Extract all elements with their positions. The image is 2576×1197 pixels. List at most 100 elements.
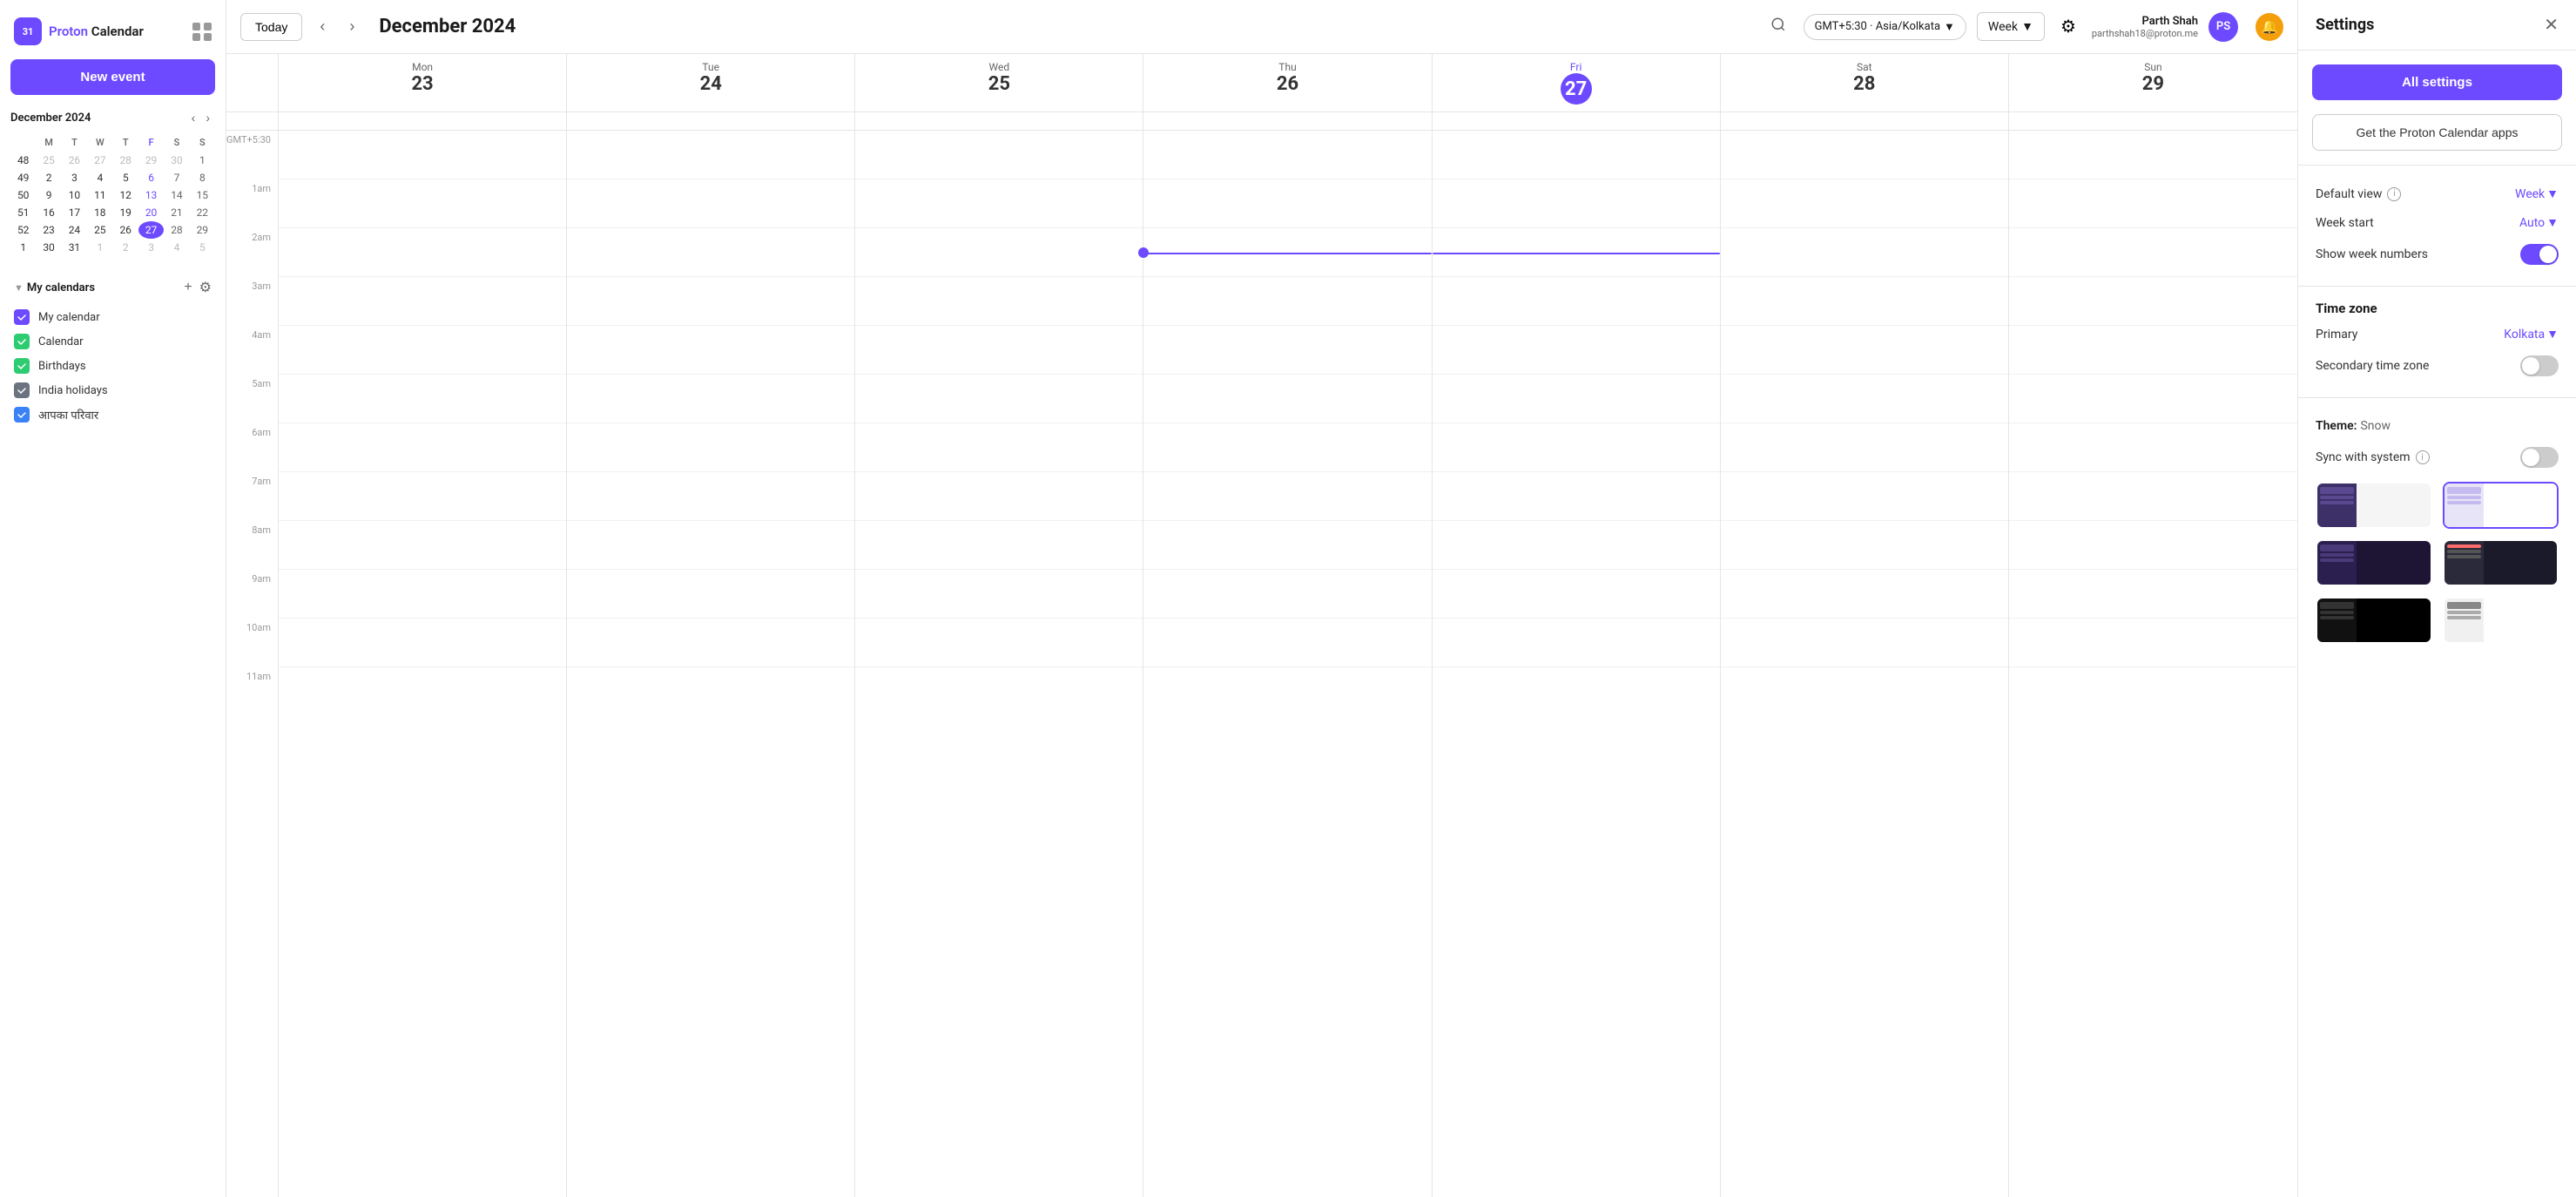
calendar-item-india-holidays[interactable]: India holidays: [10, 378, 215, 402]
mini-cal-day[interactable]: 26: [113, 221, 138, 239]
calendar-checkbox-birthdays[interactable]: [14, 358, 30, 374]
calendar-checkbox-aapka-parivar[interactable]: [14, 407, 30, 423]
mini-cal-day[interactable]: 6: [138, 169, 164, 186]
theme-swatch-dark-carbon[interactable]: [2443, 539, 2559, 586]
mini-cal-day[interactable]: 30: [164, 152, 189, 169]
mini-cal-day[interactable]: 29: [138, 152, 164, 169]
mini-cal-day[interactable]: 24: [62, 221, 87, 239]
mini-cal-day[interactable]: 25: [87, 221, 112, 239]
mini-cal-day[interactable]: 10: [62, 186, 87, 204]
mini-cal-day[interactable]: 18: [87, 204, 112, 221]
add-calendar-button[interactable]: +: [180, 278, 195, 297]
mini-cal-day[interactable]: 13: [138, 186, 164, 204]
calendar-checkbox-india-holidays[interactable]: [14, 382, 30, 398]
theme-swatch-purple-light[interactable]: [2316, 482, 2432, 529]
view-selector[interactable]: Week ▼: [1977, 12, 2045, 41]
today-button[interactable]: Today: [240, 13, 302, 41]
mini-cal-day[interactable]: 2: [113, 239, 138, 256]
mini-cal-day[interactable]: 11: [87, 186, 112, 204]
notification-bell[interactable]: 🔔: [2256, 13, 2283, 41]
calendar-item-my-calendar[interactable]: My calendar: [10, 305, 215, 329]
mini-cal-day[interactable]: 3: [62, 169, 87, 186]
calendar-item-birthdays[interactable]: Birthdays: [10, 354, 215, 378]
next-week-button[interactable]: ›: [342, 12, 361, 41]
search-button[interactable]: [1763, 11, 1793, 42]
mini-cal-day[interactable]: 25: [36, 152, 61, 169]
theme-swatch-snow[interactable]: [2443, 482, 2559, 529]
user-avatar[interactable]: PS: [2208, 12, 2238, 42]
mini-cal-day[interactable]: 22: [190, 204, 215, 221]
mini-cal-day[interactable]: 4: [164, 239, 189, 256]
mini-cal-day[interactable]: 3: [138, 239, 164, 256]
mini-cal-day[interactable]: 15: [190, 186, 215, 204]
mini-cal-day[interactable]: 14: [164, 186, 189, 204]
mini-cal-prev[interactable]: ‹: [186, 109, 201, 126]
all-day-mon[interactable]: [279, 112, 567, 130]
mini-cal-day[interactable]: 28: [164, 221, 189, 239]
mini-cal-day[interactable]: 28: [113, 152, 138, 169]
mini-cal-day[interactable]: 7: [164, 169, 189, 186]
mini-cal-next[interactable]: ›: [200, 109, 215, 126]
theme-swatch-mono[interactable]: [2443, 597, 2559, 644]
all-day-tue[interactable]: [567, 112, 855, 130]
mini-cal-day[interactable]: 29: [190, 221, 215, 239]
day-body-sun[interactable]: [2009, 131, 2297, 1197]
sync-with-system-toggle[interactable]: [2520, 447, 2559, 468]
day-body-thu[interactable]: [1143, 131, 1432, 1197]
settings-button[interactable]: ⚙: [2055, 10, 2081, 43]
default-view-info-icon[interactable]: i: [2387, 187, 2401, 201]
day-body-sat[interactable]: [1721, 131, 2009, 1197]
calendar-checkbox-calendar[interactable]: [14, 334, 30, 349]
mini-cal-day[interactable]: 20: [138, 204, 164, 221]
calendar-item-aapka-parivar[interactable]: आपका परिवार: [10, 402, 215, 427]
mini-cal-day[interactable]: 16: [36, 204, 61, 221]
all-day-sun[interactable]: [2009, 112, 2297, 130]
settings-close-button[interactable]: ✕: [2544, 14, 2559, 36]
theme-swatch-dark-purple[interactable]: [2316, 539, 2432, 586]
mini-cal-day[interactable]: 27: [87, 152, 112, 169]
mini-cal-day[interactable]: 4: [87, 169, 112, 186]
mini-cal-day[interactable]: 23: [36, 221, 61, 239]
all-day-sat[interactable]: [1721, 112, 2009, 130]
all-settings-button[interactable]: All settings: [2312, 64, 2562, 100]
mini-cal-day[interactable]: 9: [36, 186, 61, 204]
week-start-value[interactable]: Auto ▼: [2519, 215, 2559, 230]
calendar-settings-button[interactable]: ⚙: [196, 277, 215, 298]
collapse-icon[interactable]: ▼: [10, 281, 27, 295]
all-day-fri[interactable]: [1433, 112, 1721, 130]
calendar-item-calendar[interactable]: Calendar: [10, 329, 215, 354]
prev-week-button[interactable]: ‹: [313, 12, 332, 41]
day-body-mon[interactable]: [279, 131, 567, 1197]
day-body-fri[interactable]: [1433, 131, 1721, 1197]
mini-cal-day[interactable]: 5: [190, 239, 215, 256]
new-event-button[interactable]: New event: [10, 59, 215, 95]
mini-cal-day[interactable]: 17: [62, 204, 87, 221]
day-col-fri[interactable]: Fri 27: [1433, 54, 1721, 112]
mini-cal-day[interactable]: 5: [113, 169, 138, 186]
show-week-numbers-toggle[interactable]: [2520, 244, 2559, 265]
mini-cal-day[interactable]: 30: [36, 239, 61, 256]
app-grid-icon[interactable]: [192, 23, 212, 41]
all-day-wed[interactable]: [855, 112, 1143, 130]
mini-cal-day[interactable]: 27: [138, 221, 164, 239]
day-body-wed[interactable]: [855, 131, 1143, 1197]
theme-swatch-black[interactable]: [2316, 597, 2432, 644]
get-apps-button[interactable]: Get the Proton Calendar apps: [2312, 114, 2562, 151]
calendar-checkbox-my-calendar[interactable]: [14, 309, 30, 325]
mini-cal-day[interactable]: 2: [36, 169, 61, 186]
day-body-tue[interactable]: [567, 131, 855, 1197]
mini-cal-day[interactable]: 8: [190, 169, 215, 186]
default-view-value[interactable]: Week ▼: [2515, 186, 2559, 201]
mini-cal-day[interactable]: 26: [62, 152, 87, 169]
sync-with-system-info-icon[interactable]: i: [2416, 450, 2430, 464]
primary-timezone-value[interactable]: Kolkata ▼: [2504, 327, 2559, 342]
mini-cal-day[interactable]: 1: [87, 239, 112, 256]
mini-cal-day[interactable]: 12: [113, 186, 138, 204]
timezone-selector[interactable]: GMT+5:30 · Asia/Kolkata ▼: [1804, 14, 1966, 40]
mini-cal-day[interactable]: 21: [164, 204, 189, 221]
mini-cal-day[interactable]: 19: [113, 204, 138, 221]
mini-cal-day[interactable]: 1: [190, 152, 215, 169]
all-day-thu[interactable]: [1143, 112, 1432, 130]
secondary-timezone-toggle[interactable]: [2520, 355, 2559, 376]
mini-cal-day[interactable]: 31: [62, 239, 87, 256]
